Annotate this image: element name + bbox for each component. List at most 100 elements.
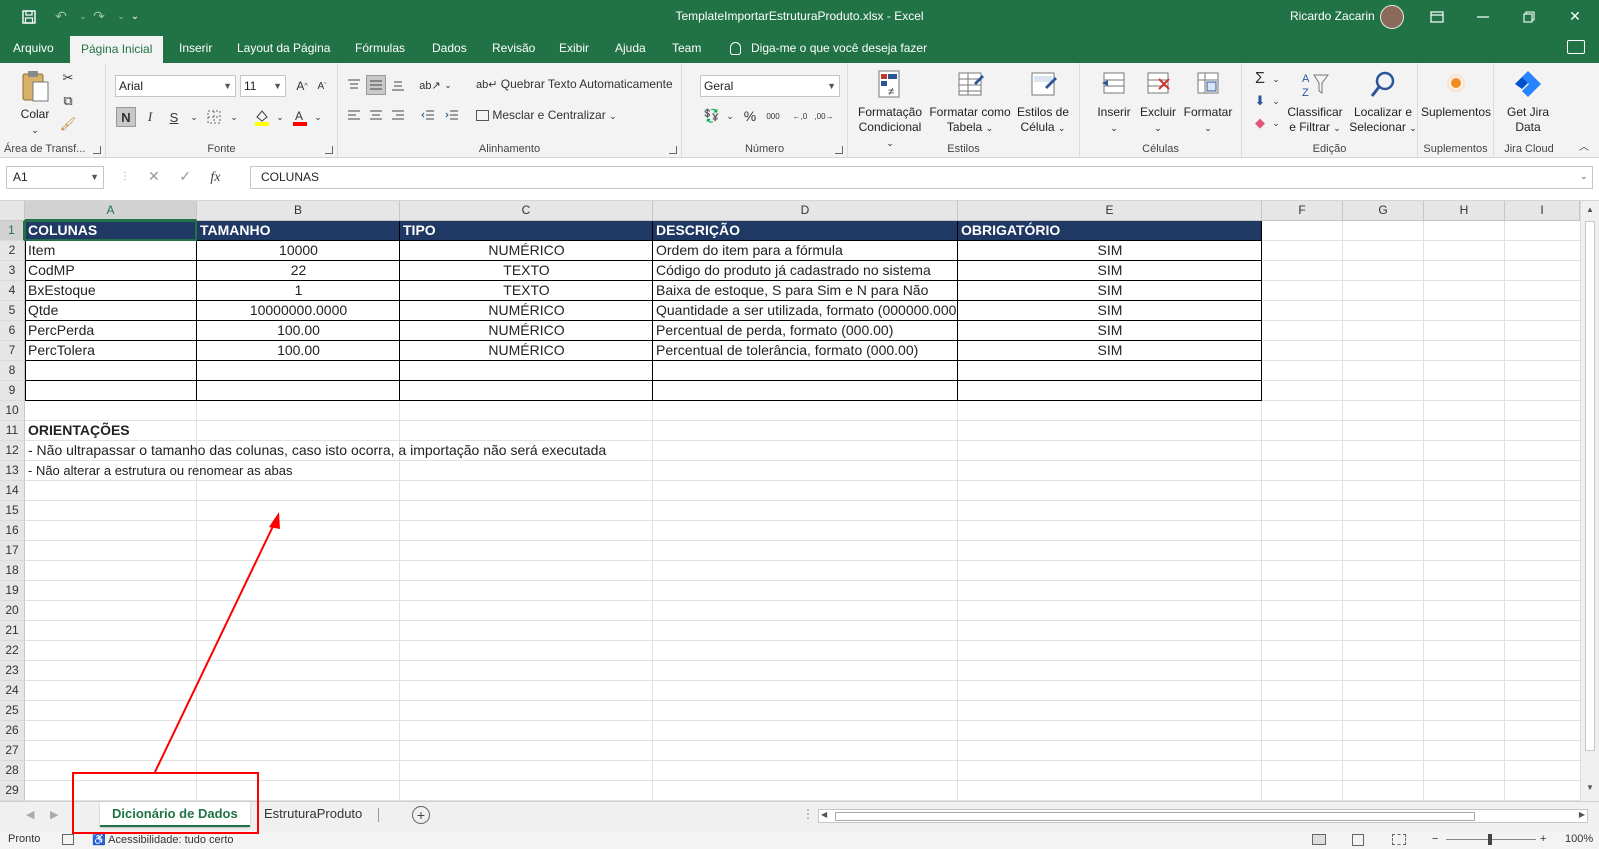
table-cell[interactable]: PercPerda: [25, 321, 197, 341]
increase-decimal-icon[interactable]: ←,0: [790, 106, 810, 126]
table-cell[interactable]: SIM: [958, 301, 1262, 321]
row-header-28[interactable]: 28: [0, 761, 25, 781]
sheet-tab-estrutura[interactable]: EstruturaProduto: [252, 802, 374, 827]
paste-button[interactable]: Colar ⌄: [14, 69, 56, 138]
ribbon-display-icon[interactable]: [1414, 0, 1460, 33]
table-cell[interactable]: 10000000.0000: [197, 301, 400, 321]
table-cell[interactable]: NUMÉRICO: [400, 241, 653, 261]
addins-button[interactable]: Suplementos: [1420, 69, 1492, 120]
copy-icon[interactable]: ⧉: [58, 91, 78, 111]
horizontal-scroll-thumb[interactable]: [835, 812, 1475, 821]
align-right-icon[interactable]: [388, 105, 408, 125]
select-all-corner[interactable]: [0, 201, 25, 221]
column-header-a[interactable]: A: [25, 201, 197, 221]
table-cell[interactable]: 100.00: [197, 321, 400, 341]
table-cell[interactable]: NUMÉRICO: [400, 341, 653, 361]
font-launcher-icon[interactable]: [325, 146, 333, 154]
table-cell[interactable]: SIM: [958, 341, 1262, 361]
row-header-5[interactable]: 5: [0, 301, 25, 321]
tab-exibir[interactable]: Exibir: [548, 33, 600, 63]
font-size-combo[interactable]: 11 ▼: [240, 75, 286, 97]
row-header-18[interactable]: 18: [0, 561, 25, 581]
table-cell[interactable]: TEXTO: [400, 281, 653, 301]
align-middle-icon[interactable]: [366, 75, 386, 95]
table-cell[interactable]: Item: [25, 241, 197, 261]
table-cell[interactable]: PercTolera: [25, 341, 197, 361]
table-cell[interactable]: Quantidade a ser utilizada, formato (000…: [653, 301, 958, 321]
orientation-icon[interactable]: ab↗: [419, 75, 440, 95]
row-header-19[interactable]: 19: [0, 581, 25, 601]
row-header-23[interactable]: 23: [0, 661, 25, 681]
tab-inserir[interactable]: Inserir: [168, 33, 223, 63]
row-header-22[interactable]: 22: [0, 641, 25, 661]
notes-line-1[interactable]: - Não ultrapassar o tamanho das colunas,…: [25, 441, 606, 461]
cut-icon[interactable]: ✂: [58, 68, 78, 88]
borders-icon[interactable]: [204, 107, 224, 127]
table-cell[interactable]: 10000: [197, 241, 400, 261]
decrease-indent-icon[interactable]: [418, 105, 438, 125]
collapse-ribbon-icon[interactable]: ︿: [1574, 135, 1594, 155]
table-header-tamanho[interactable]: TAMANHO: [197, 221, 400, 241]
column-header-h[interactable]: H: [1424, 201, 1505, 221]
orientation-dropdown-icon[interactable]: ⌄: [438, 75, 458, 95]
tab-ajuda[interactable]: Ajuda: [604, 33, 657, 63]
row-header-9[interactable]: 9: [0, 381, 25, 401]
prev-sheet-icon[interactable]: ◀: [26, 808, 34, 821]
insert-function-icon[interactable]: fx: [210, 170, 220, 185]
column-header-b[interactable]: B: [197, 201, 400, 221]
column-header-d[interactable]: D: [653, 201, 958, 221]
row-header-6[interactable]: 6: [0, 321, 25, 341]
insert-cells-button[interactable]: Inserir ⌄: [1094, 69, 1134, 136]
row-header-4[interactable]: 4: [0, 281, 25, 301]
vertical-scrollbar[interactable]: ▲ ▼: [1580, 201, 1599, 801]
table-cell[interactable]: NUMÉRICO: [400, 301, 653, 321]
horizontal-scrollbar[interactable]: ◀ ▶: [818, 809, 1588, 823]
format-cells-button[interactable]: Formatar ⌄: [1180, 69, 1236, 136]
font-color-dropdown-icon[interactable]: ⌄: [308, 107, 328, 127]
fill-color-dropdown-icon[interactable]: ⌄: [270, 107, 290, 127]
row-header-12[interactable]: 12: [0, 441, 25, 461]
macro-record-icon[interactable]: [62, 834, 74, 845]
shrink-font-icon[interactable]: Aˇ: [312, 76, 332, 96]
worksheet-grid[interactable]: ▲ ▼ A B C D E F G H I 1 2 3 4 5 6 7 8 9 10 11 12 13 14 15 16 17 18…: [0, 201, 1599, 801]
new-sheet-button[interactable]: +: [412, 806, 430, 824]
tab-formulas[interactable]: Fórmulas: [344, 33, 416, 63]
percent-button[interactable]: %: [740, 106, 760, 126]
normal-view-icon[interactable]: [1312, 834, 1326, 845]
table-cell[interactable]: 1: [197, 281, 400, 301]
alignment-launcher-icon[interactable]: [669, 146, 677, 154]
autosum-dropdown-icon[interactable]: ⌄: [1266, 69, 1286, 89]
minimize-icon[interactable]: [1460, 0, 1506, 33]
font-name-combo[interactable]: Arial ▼: [115, 75, 236, 97]
tab-pagina-inicial[interactable]: Página Inicial: [70, 36, 164, 63]
fill-dropdown-icon[interactable]: ⌄: [1266, 91, 1286, 111]
row-header-8[interactable]: 8: [0, 361, 25, 381]
row-header-20[interactable]: 20: [0, 601, 25, 621]
scroll-down-icon[interactable]: ▼: [1586, 783, 1594, 792]
format-as-table-button[interactable]: Formatar como Tabela ⌄: [928, 69, 1012, 136]
formula-input[interactable]: COLUNAS: [250, 166, 1593, 189]
find-select-button[interactable]: Localizar e Selecionar ⌄: [1348, 69, 1418, 136]
tell-me-search[interactable]: Diga-me o que você deseja fazer: [730, 33, 927, 63]
column-header-f[interactable]: F: [1262, 201, 1343, 221]
row-header-11[interactable]: 11: [0, 421, 25, 441]
decrease-decimal-icon[interactable]: ,00→: [814, 106, 834, 126]
currency-dropdown-icon[interactable]: ⌄: [720, 106, 740, 126]
page-break-view-icon[interactable]: [1392, 834, 1406, 845]
zoom-level[interactable]: 100%: [1565, 833, 1593, 845]
table-cell[interactable]: 100.00: [197, 341, 400, 361]
table-cell[interactable]: NUMÉRICO: [400, 321, 653, 341]
row-header-24[interactable]: 24: [0, 681, 25, 701]
scroll-up-icon[interactable]: ▲: [1586, 205, 1594, 214]
row-header-1[interactable]: 1: [0, 221, 25, 241]
close-icon[interactable]: ✕: [1552, 0, 1598, 33]
align-left-icon[interactable]: [344, 105, 364, 125]
wrap-text-button[interactable]: ab↵ Quebrar Texto Automaticamente: [476, 77, 673, 91]
delete-cells-button[interactable]: Excluir ⌄: [1136, 69, 1180, 136]
table-header-colunas[interactable]: COLUNAS: [25, 221, 197, 241]
row-header-7[interactable]: 7: [0, 341, 25, 361]
comments-icon[interactable]: [1567, 40, 1585, 54]
clipboard-launcher-icon[interactable]: [93, 146, 101, 154]
get-jira-data-button[interactable]: Get Jira Data: [1498, 69, 1558, 135]
tab-arquivo[interactable]: Arquivo: [2, 33, 65, 63]
